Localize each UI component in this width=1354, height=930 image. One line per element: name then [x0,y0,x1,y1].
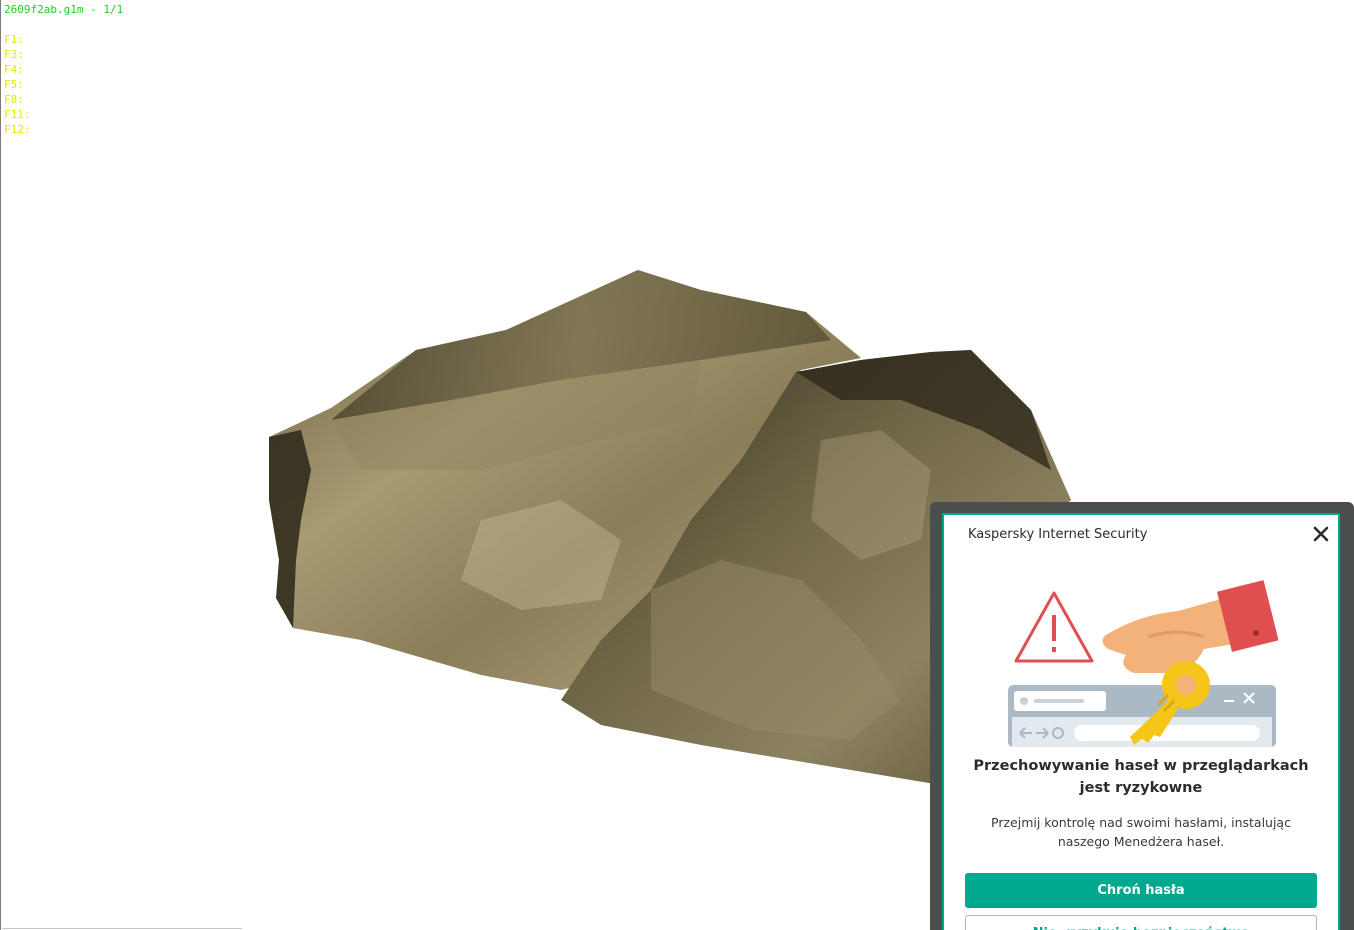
popup-title: Przechowywanie haseł w przeglądarkach je… [973,758,1309,796]
divider [2,928,242,929]
popup-app-name: Kaspersky Internet Security [968,527,1148,542]
hotkey-list: F1: F3: F4: F5: F8: F11: F12: [4,32,123,137]
hotkey-f8: F8: [4,93,24,106]
hotkey-f1: F1: [4,33,24,46]
hotkey-f12: F12: [4,123,31,136]
hotkey-f3: F3: [4,48,24,61]
hotkey-f11: F11: [4,108,31,121]
decline-button[interactable]: Nie, ryzykuję bezpieczeństwo [965,915,1317,930]
popup-description: Przejmij kontrolę nad swoimi hasłami, in… [991,815,1291,849]
viewer-hud: 2609f2ab.g1m - 1/1 F1: F3: F4: F5: F8: F… [4,2,123,137]
kaspersky-notification: Kaspersky Internet Security Przechowywan… [942,513,1340,930]
file-title: 2609f2ab.g1m - 1/1 [4,3,124,16]
hotkey-f4: F4: [4,63,24,76]
close-icon [1313,526,1329,542]
hotkey-f5: F5: [4,78,24,91]
close-button[interactable] [1310,523,1332,545]
password-key-illustration [1008,580,1278,747]
protect-passwords-button[interactable]: Chroń hasła [965,873,1317,908]
